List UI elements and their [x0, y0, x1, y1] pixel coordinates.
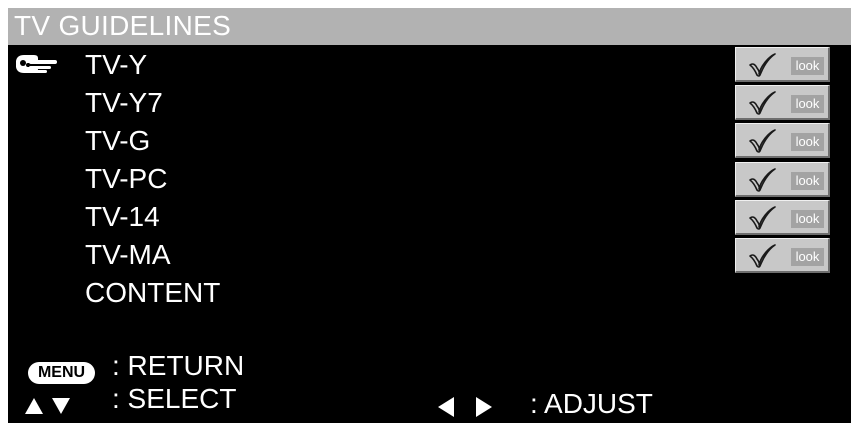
- rating-item-tv-y[interactable]: TV-Y: [85, 49, 147, 81]
- check-icon: [749, 53, 776, 77]
- triangle-left-icon: [438, 397, 454, 417]
- rating-item-tv-g[interactable]: TV-G: [85, 125, 150, 157]
- lock-button-tv-pc[interactable]: look: [735, 162, 830, 197]
- lock-button-tv-y[interactable]: look: [735, 47, 830, 82]
- return-hint: : RETURN: [112, 350, 245, 381]
- adjust-hint: : ADJUST: [530, 388, 653, 419]
- rating-item-content[interactable]: CONTENT: [85, 277, 220, 309]
- tv-guidelines-screen: TV GUIDELINES TV-Y TV-Y7 TV-G TV-PC TV-1…: [8, 8, 851, 423]
- rating-item-tv-y7[interactable]: TV-Y7: [85, 87, 163, 119]
- rating-item-tv-ma[interactable]: TV-MA: [85, 239, 171, 271]
- rating-item-tv-pc[interactable]: TV-PC: [85, 163, 167, 195]
- triangle-up-icon: [25, 398, 43, 414]
- menu-key-icon: MENU: [28, 362, 95, 384]
- lock-label: look: [791, 248, 824, 266]
- lock-label: look: [791, 133, 824, 151]
- hand-pointer-icon: [16, 55, 57, 73]
- lock-button-tv-14[interactable]: look: [735, 200, 830, 235]
- triangle-down-icon: [52, 398, 70, 414]
- check-icon: [749, 168, 776, 192]
- triangle-right-icon: [476, 397, 492, 417]
- select-hint: : SELECT: [112, 383, 237, 414]
- check-icon: [749, 91, 776, 115]
- page-title: TV GUIDELINES: [14, 10, 232, 41]
- lock-button-tv-ma[interactable]: look: [735, 238, 830, 273]
- title-bar: TV GUIDELINES: [8, 8, 851, 45]
- lock-button-tv-y7[interactable]: look: [735, 85, 830, 120]
- lock-button-tv-g[interactable]: look: [735, 123, 830, 158]
- lock-label: look: [791, 95, 824, 113]
- lock-label: look: [791, 57, 824, 75]
- check-icon: [749, 206, 776, 230]
- lock-label: look: [791, 172, 824, 190]
- check-icon: [749, 244, 776, 268]
- lock-label: look: [791, 210, 824, 228]
- rating-item-tv-14[interactable]: TV-14: [85, 201, 160, 233]
- check-icon: [749, 129, 776, 153]
